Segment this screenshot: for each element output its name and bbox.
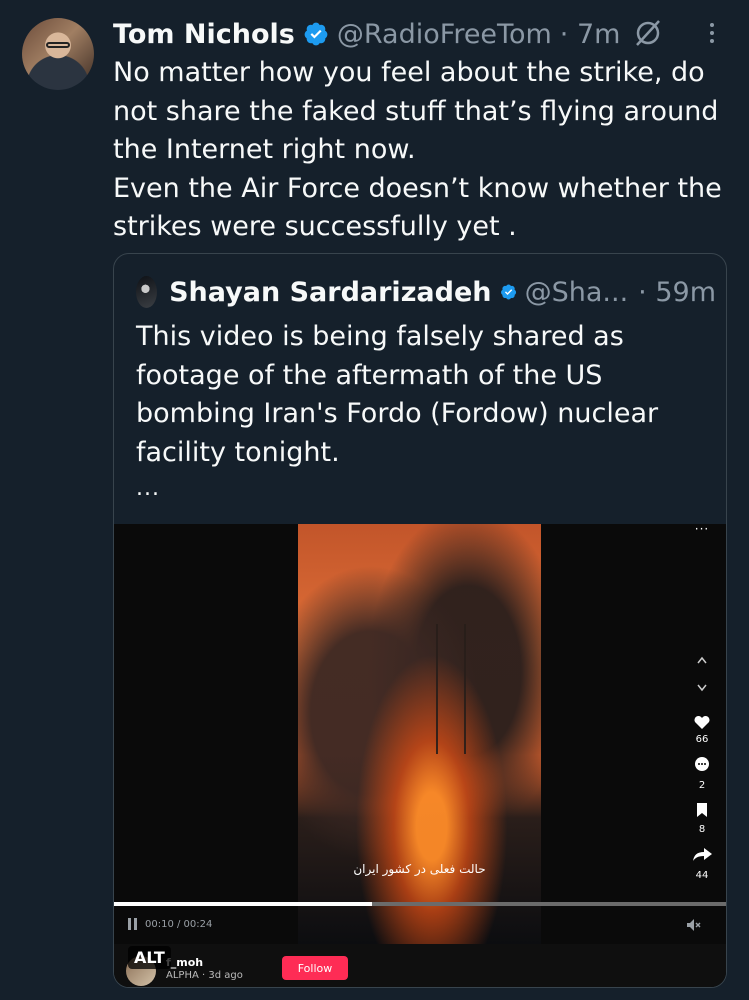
scroll-down-icon[interactable]	[682, 682, 722, 694]
scroll-up-icon[interactable]	[682, 654, 722, 666]
quote-author-handle[interactable]: @Sha...	[525, 277, 629, 308]
author-avatar[interactable]	[22, 18, 94, 90]
quote-more-ellipsis: ...	[136, 476, 160, 501]
tiktok-footer: f_moh ALPHA · 3d ago Follow	[114, 944, 726, 987]
heart-icon[interactable]	[682, 714, 722, 730]
verified-badge-icon	[500, 284, 516, 300]
video-progress-bar[interactable]	[114, 902, 726, 906]
shares-count: 44	[695, 870, 709, 881]
quote-time[interactable]: · 59m	[638, 277, 716, 308]
likes-count: 66	[695, 734, 709, 745]
follow-button[interactable]: Follow	[282, 956, 348, 980]
avatar-glasses	[46, 42, 70, 48]
tweet-line: Even the Air Force doesn’t know whether …	[113, 172, 722, 204]
quoted-tweet[interactable]: Shayan Sardarizadeh @Sha... · 59m This v…	[113, 253, 727, 988]
quote-author-avatar[interactable]	[136, 276, 158, 308]
quote-line: footage of the aftermath of the US	[136, 359, 603, 391]
quote-author-name[interactable]: Shayan Sardarizadeh	[169, 277, 491, 308]
tweet-line: No matter how you feel about the strike,…	[113, 57, 705, 88]
comments-count: 2	[698, 780, 706, 791]
quote-line: This video is being falsely shared as	[136, 321, 624, 352]
quote-header: Shayan Sardarizadeh @Sha... · 59m	[136, 274, 716, 310]
tweet-line: the Internet right now.	[113, 134, 416, 165]
quote-line: bombing Iran's Fordo (Fordow) nuclear	[136, 398, 659, 429]
tiktok-username[interactable]: f_moh	[166, 956, 203, 969]
saves-count: 8	[698, 824, 706, 835]
video-frame[interactable]: حالت فعلی در کشور ایران	[298, 524, 541, 944]
tweet-line: strikes were successfully yet .	[113, 211, 517, 242]
tweet-text: No matter how you feel about the strike,…	[113, 54, 733, 247]
video-time-row: 00:10 / 00:24	[128, 918, 212, 930]
bookmark-icon[interactable]	[682, 802, 722, 818]
comment-icon[interactable]	[682, 756, 722, 774]
author-handle[interactable]: @RadioFreeTom	[337, 19, 552, 50]
tiktok-side-actions: ··· 66 2 8 44	[682, 522, 722, 944]
video-progress-fill	[114, 902, 372, 906]
tweet-time[interactable]: · 7m	[560, 19, 621, 50]
quote-text: This video is being falsely shared as fo…	[136, 318, 716, 472]
tweet-header: Tom Nichols @RadioFreeTom · 7m	[113, 14, 733, 54]
quote-line: facility tonight.	[136, 436, 340, 468]
tiktok-user-sub: ALPHA · 3d ago	[166, 970, 243, 981]
author-name[interactable]: Tom Nichols	[113, 19, 295, 50]
alt-badge[interactable]: ALT	[128, 946, 171, 969]
more-options-icon[interactable]	[705, 16, 719, 50]
video-overlay-caption: حالت فعلی در کشور ایران	[353, 862, 486, 876]
share-icon[interactable]	[682, 846, 722, 862]
verified-badge-icon	[304, 22, 328, 46]
tweet-line: not share the faked stuff that’s flying …	[113, 95, 719, 127]
video-more-icon[interactable]: ···	[682, 522, 722, 536]
pylon-silhouette	[436, 624, 466, 754]
video-elapsed: 00:10 / 00:24	[145, 918, 213, 930]
mute-icon[interactable]	[686, 918, 702, 932]
pause-icon[interactable]	[128, 918, 137, 930]
quote-media[interactable]: حالت فعلی در کشور ایران ··· 66 2 8 44 00…	[114, 522, 726, 987]
grok-icon[interactable]	[633, 18, 663, 48]
